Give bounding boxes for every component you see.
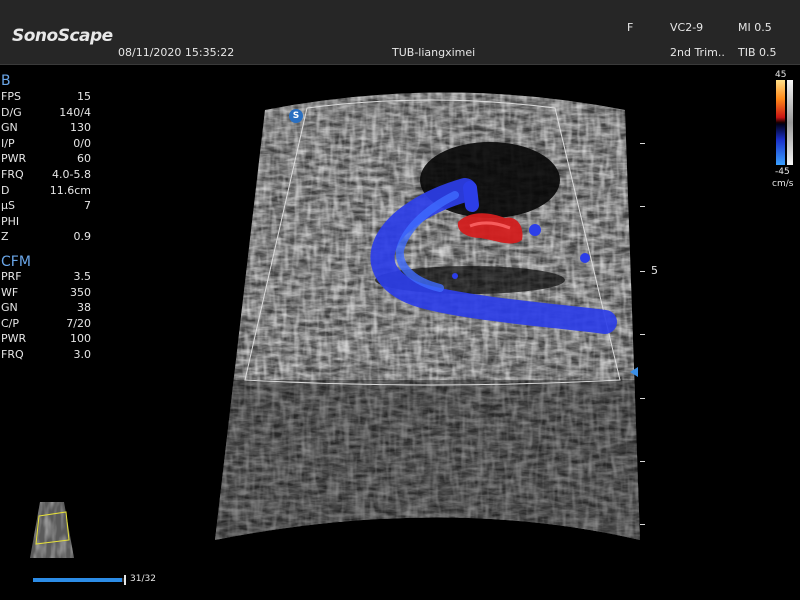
depth-tick (640, 398, 645, 399)
depth-tick (640, 271, 645, 272)
cine-handle[interactable] (124, 575, 126, 585)
thumbnail-preview[interactable] (28, 498, 76, 560)
cine-progress-bar[interactable] (33, 578, 125, 582)
depth-tick (640, 206, 645, 207)
color-scale-max: 45 (775, 70, 787, 80)
gray-scale-bar (787, 80, 793, 165)
depth-tick (640, 524, 645, 525)
ultrasound-image[interactable] (0, 0, 800, 600)
color-scale-unit: cm/s (772, 179, 794, 189)
depth-tick (640, 334, 645, 335)
color-scale-bar (776, 80, 785, 165)
depth-tick (640, 461, 645, 462)
depth-label: 5 (651, 264, 658, 277)
color-scale-min: -45 (775, 167, 790, 177)
sonoscape-badge-icon: S (289, 109, 303, 123)
cine-frame-counter: 31/32 (130, 574, 156, 584)
cine-progress-fill (33, 578, 123, 582)
depth-tick (640, 143, 645, 144)
focus-marker-icon[interactable] (630, 367, 638, 377)
